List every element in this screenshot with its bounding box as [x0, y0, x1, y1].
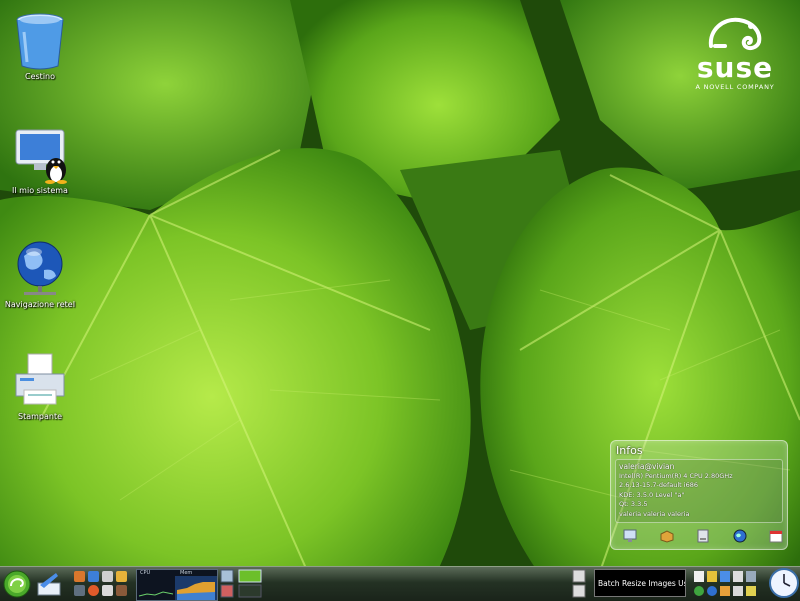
pager-icon[interactable]: [220, 569, 234, 599]
window-list-arrows-icon[interactable]: [572, 569, 586, 599]
task-button-batch-resize[interactable]: Batch Resize Images Usin: [594, 569, 686, 597]
calendar-icon[interactable]: [769, 529, 783, 543]
desktop-icon-printer[interactable]: Stampante: [0, 350, 80, 422]
infos-line: valeria valeria valeria: [619, 509, 690, 518]
chameleon-logo-icon: [708, 17, 762, 51]
clock-icon[interactable]: [768, 567, 800, 599]
logo-word: suse: [696, 51, 774, 84]
trash-icon: [16, 13, 64, 70]
infos-line: 2.6.13-15.7-default i686: [619, 481, 698, 489]
taskbar: CPU Mem Batch Resize Images Usin: [0, 566, 800, 601]
printer-icon: [15, 353, 65, 405]
system-tray[interactable]: [692, 569, 764, 599]
infos-line: KDE: 3.5.0 Level "a": [619, 490, 685, 499]
infos-line: Qt: 3.3.5: [619, 500, 648, 508]
globe-icon[interactable]: [733, 529, 747, 543]
desktop-icon-label: Stampante: [17, 412, 63, 421]
infos-line: Intel(R) Pentium(R) 4 CPU 2.80GHz: [619, 471, 733, 480]
network-globe-icon: [17, 241, 63, 295]
quick-launch-icons[interactable]: [72, 569, 132, 599]
desktop-preview-icon[interactable]: [238, 569, 262, 599]
monitor-icon[interactable]: [623, 529, 637, 543]
infos-panel: valeria@vivian Intel(R) Pentium(R) 4 CPU…: [615, 459, 783, 523]
infos-widget[interactable]: Infos valeria@vivian Intel(R) Pentium(R)…: [610, 440, 788, 550]
my-computer-icon: [15, 129, 67, 184]
desktop-icon-label: Navigazione reteI: [4, 300, 76, 309]
desktop-icon-my-system[interactable]: Il mio sistema: [0, 124, 80, 196]
drive-icon[interactable]: [696, 529, 710, 543]
cpu-monitor[interactable]: CPU Mem: [136, 569, 218, 601]
desktop-icon-label: Cestino: [25, 72, 55, 81]
desktop-icon-trash[interactable]: Cestino: [0, 10, 80, 82]
logo-tagline: A NOVELL COMPANY: [695, 83, 775, 91]
suse-chameleon-icon[interactable]: [3, 570, 31, 598]
desktop-icon-network[interactable]: Navigazione reteI: [0, 238, 80, 310]
desktop-icon-label: Il mio sistema: [12, 186, 68, 195]
infos-user: valeria@vivian: [619, 462, 675, 471]
suse-logo: suse A NOVELL COMPANY: [680, 12, 790, 97]
desktop-show-icon[interactable]: [36, 571, 62, 597]
package-icon[interactable]: [660, 529, 674, 543]
cpu-graph: [138, 576, 217, 600]
infos-title: Infos: [616, 444, 643, 457]
infos-tray: [623, 529, 783, 545]
